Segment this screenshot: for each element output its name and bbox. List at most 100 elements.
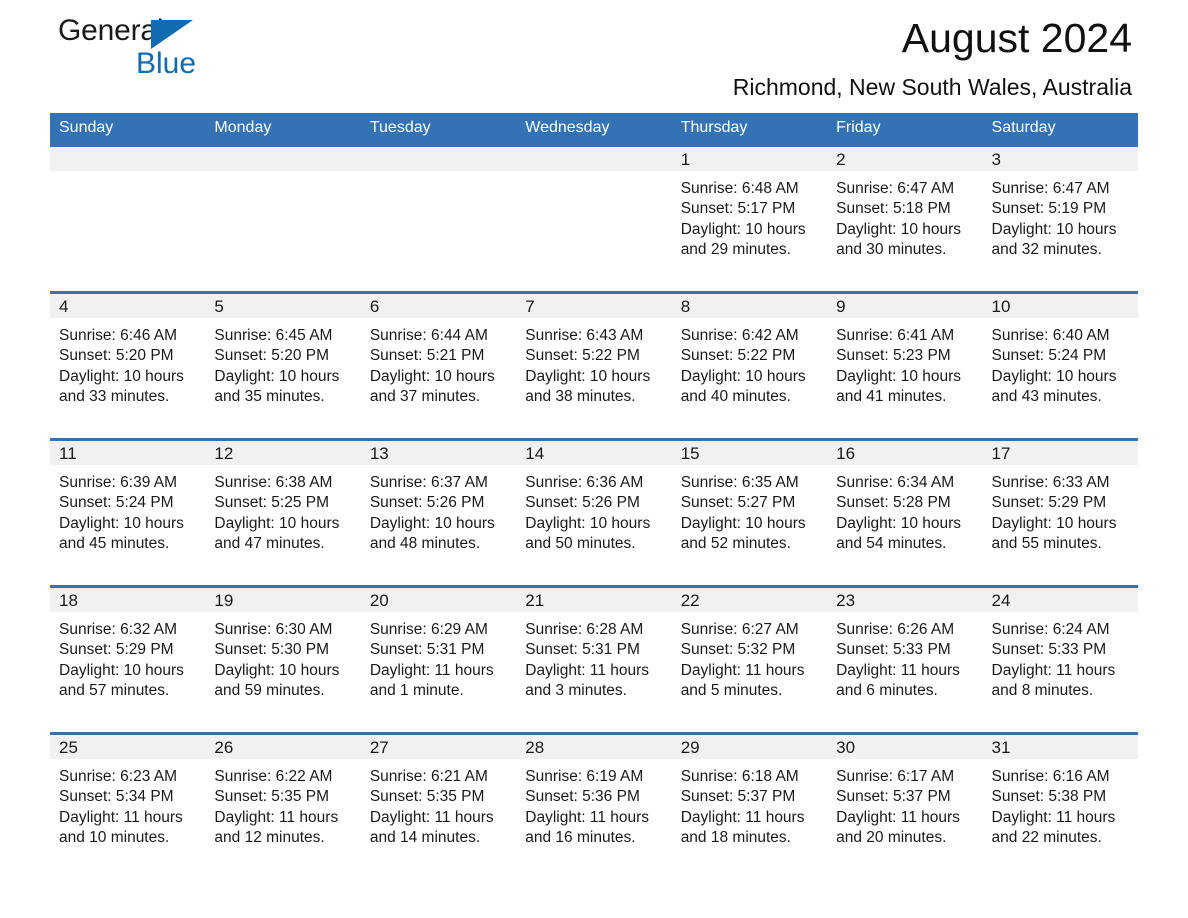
sunrise-text: Sunrise: 6:46 AM bbox=[59, 327, 178, 344]
calendar-week-row: 4 Sunrise: 6:46 AM Sunset: 5:20 PM Daylight… bbox=[50, 291, 1138, 426]
daylight-text-line2: and 29 minutes. bbox=[680, 241, 791, 259]
day-cell: 14 Sunrise: 6:36 AM Sunset: 5:26 PM Dayligh… bbox=[516, 438, 672, 573]
sunrise-text: Sunrise: 6:30 AM bbox=[214, 621, 333, 638]
calendar-week-row: 18 Sunrise: 6:32 AM Sunset: 5:29 PM Dayligh… bbox=[50, 585, 1138, 720]
weekday-header-row: Sunday Monday Tuesday Wednesday Thursday… bbox=[50, 113, 1138, 144]
daylight-text-line2: and 3 minutes. bbox=[525, 682, 627, 700]
day-cell: 30 Sunrise: 6:17 AM Sunset: 5:37 PM Dayligh… bbox=[827, 732, 983, 867]
sunset-text: Sunset: 5:31 PM bbox=[525, 641, 640, 659]
day-details: Sunrise: 6:45 AM Sunset: 5:20 PM Daylight:… bbox=[205, 318, 360, 408]
daylight-text-line1: Daylight: 11 hours bbox=[525, 808, 650, 826]
daylight-text-line1: Daylight: 10 hours bbox=[59, 514, 184, 532]
sunset-text: Sunset: 5:36 PM bbox=[525, 788, 640, 806]
daylight-text-line2: and 37 minutes. bbox=[369, 388, 481, 406]
sunset-text: Sunset: 5:32 PM bbox=[680, 641, 796, 659]
daylight-text-line1: Daylight: 10 hours bbox=[991, 514, 1117, 532]
day-cell: 8 Sunrise: 6:42 AM Sunset: 5:22 PM Daylight… bbox=[671, 291, 828, 426]
day-number: 7 bbox=[516, 291, 672, 318]
day-cell bbox=[516, 144, 672, 279]
day-number: 26 bbox=[205, 732, 361, 759]
daylight-text-line2: and 22 minutes. bbox=[991, 829, 1102, 847]
sunrise-text: Sunrise: 6:34 AM bbox=[836, 474, 955, 491]
daylight-text-line2: and 14 minutes. bbox=[369, 829, 481, 847]
sunrise-text: Sunrise: 6:45 AM bbox=[214, 327, 333, 344]
day-number: 31 bbox=[982, 732, 1138, 759]
daylight-text-line2: and 6 minutes. bbox=[836, 682, 938, 700]
daylight-text-line1: Daylight: 11 hours bbox=[991, 661, 1116, 679]
title-block: August 2024 Richmond, New South Wales, A… bbox=[733, 0, 1132, 102]
calendar-page: General Blue August 2024 Richmond, New S… bbox=[0, 0, 1188, 918]
sunrise-text: Sunrise: 6:32 AM bbox=[59, 621, 178, 638]
generalblue-logo[interactable]: General Blue bbox=[58, 14, 218, 94]
daylight-text-line1: Daylight: 11 hours bbox=[991, 808, 1116, 826]
daylight-text-line1: Daylight: 10 hours bbox=[991, 367, 1117, 385]
sunrise-text: Sunrise: 6:42 AM bbox=[680, 327, 799, 344]
day-details: Sunrise: 6:39 AM Sunset: 5:24 PM Daylight:… bbox=[50, 465, 205, 555]
page-header: General Blue August 2024 Richmond, New S… bbox=[50, 0, 1138, 113]
daylight-text-line2: and 47 minutes. bbox=[214, 535, 325, 553]
sunset-text: Sunset: 5:26 PM bbox=[369, 494, 485, 512]
day-number: 9 bbox=[827, 291, 983, 318]
day-details: Sunrise: 6:42 AM Sunset: 5:22 PM Daylight:… bbox=[672, 318, 827, 408]
day-number: 10 bbox=[982, 291, 1138, 318]
sunset-text: Sunset: 5:29 PM bbox=[59, 641, 174, 659]
day-details: Sunrise: 6:18 AM Sunset: 5:37 PM Daylight:… bbox=[672, 759, 827, 849]
day-details: Sunrise: 6:23 AM Sunset: 5:34 PM Daylight:… bbox=[50, 759, 205, 849]
weekday-header-wednesday: Wednesday bbox=[516, 113, 672, 144]
daylight-text-line1: Daylight: 11 hours bbox=[59, 808, 183, 826]
day-cell: 10 Sunrise: 6:40 AM Sunset: 5:24 PM Dayligh… bbox=[982, 291, 1138, 426]
day-number: 22 bbox=[671, 585, 828, 612]
sunset-text: Sunset: 5:22 PM bbox=[525, 347, 640, 365]
day-details: Sunrise: 6:40 AM Sunset: 5:24 PM Daylight:… bbox=[983, 318, 1138, 408]
sunrise-text: Sunrise: 6:18 AM bbox=[680, 768, 799, 785]
day-number bbox=[360, 144, 517, 171]
daylight-text-line1: Daylight: 10 hours bbox=[214, 661, 340, 679]
day-cell: 9 Sunrise: 6:41 AM Sunset: 5:23 PM Daylight… bbox=[827, 291, 983, 426]
daylight-text-line2: and 55 minutes. bbox=[991, 535, 1102, 553]
daylight-text-line2: and 35 minutes. bbox=[214, 388, 325, 406]
day-details: Sunrise: 6:16 AM Sunset: 5:38 PM Daylight:… bbox=[983, 759, 1138, 849]
day-cell: 25 Sunrise: 6:23 AM Sunset: 5:34 PM Dayligh… bbox=[50, 732, 206, 867]
week-spacer bbox=[50, 573, 1138, 585]
day-cell: 31 Sunrise: 6:16 AM Sunset: 5:38 PM Dayligh… bbox=[982, 732, 1138, 867]
day-number: 15 bbox=[671, 438, 828, 465]
weekday-header-thursday: Thursday bbox=[671, 113, 828, 144]
daylight-text-line1: Daylight: 10 hours bbox=[369, 367, 495, 385]
daylight-text-line1: Daylight: 10 hours bbox=[680, 367, 806, 385]
daylight-text-line1: Daylight: 10 hours bbox=[836, 514, 962, 532]
calendar-week-row: 25 Sunrise: 6:23 AM Sunset: 5:34 PM Dayligh… bbox=[50, 732, 1138, 867]
sunrise-text: Sunrise: 6:47 AM bbox=[836, 180, 955, 197]
calendar-week-row: 11 Sunrise: 6:39 AM Sunset: 5:24 PM Dayligh… bbox=[50, 438, 1138, 573]
day-number: 5 bbox=[205, 291, 361, 318]
sunrise-text: Sunrise: 6:17 AM bbox=[836, 768, 955, 785]
daylight-text-line2: and 48 minutes. bbox=[369, 535, 481, 553]
weekday-header-sunday: Sunday bbox=[50, 113, 206, 144]
day-details: Sunrise: 6:32 AM Sunset: 5:29 PM Daylight:… bbox=[50, 612, 205, 702]
sunrise-text: Sunrise: 6:23 AM bbox=[59, 768, 178, 785]
daylight-text-line1: Daylight: 11 hours bbox=[369, 661, 494, 679]
page-title: August 2024 bbox=[901, 15, 1132, 61]
day-details bbox=[50, 171, 205, 179]
sunrise-text: Sunrise: 6:27 AM bbox=[680, 621, 799, 638]
sunset-text: Sunset: 5:19 PM bbox=[991, 200, 1107, 218]
daylight-text-line2: and 41 minutes. bbox=[836, 388, 947, 406]
day-cell: 6 Sunrise: 6:44 AM Sunset: 5:21 PM Daylight… bbox=[360, 291, 517, 426]
day-details: Sunrise: 6:28 AM Sunset: 5:31 PM Daylight:… bbox=[516, 612, 671, 702]
sunrise-text: Sunrise: 6:47 AM bbox=[991, 180, 1110, 197]
sunrise-text: Sunrise: 6:40 AM bbox=[991, 327, 1110, 344]
day-details bbox=[361, 171, 516, 179]
sunrise-text: Sunrise: 6:26 AM bbox=[836, 621, 955, 638]
day-cell: 13 Sunrise: 6:37 AM Sunset: 5:26 PM Dayligh… bbox=[360, 438, 517, 573]
weekday-header-friday: Friday bbox=[827, 113, 983, 144]
day-number: 14 bbox=[516, 438, 672, 465]
daylight-text-line2: and 43 minutes. bbox=[991, 388, 1102, 406]
daylight-text-line2: and 40 minutes. bbox=[680, 388, 791, 406]
day-number bbox=[516, 144, 672, 171]
day-number: 20 bbox=[360, 585, 517, 612]
daylight-text-line2: and 32 minutes. bbox=[991, 241, 1102, 259]
daylight-text-line1: Daylight: 10 hours bbox=[214, 367, 340, 385]
day-cell: 27 Sunrise: 6:21 AM Sunset: 5:35 PM Dayligh… bbox=[360, 732, 517, 867]
sunset-text: Sunset: 5:25 PM bbox=[214, 494, 330, 512]
week-spacer bbox=[50, 279, 1138, 291]
sunset-text: Sunset: 5:37 PM bbox=[836, 788, 951, 806]
